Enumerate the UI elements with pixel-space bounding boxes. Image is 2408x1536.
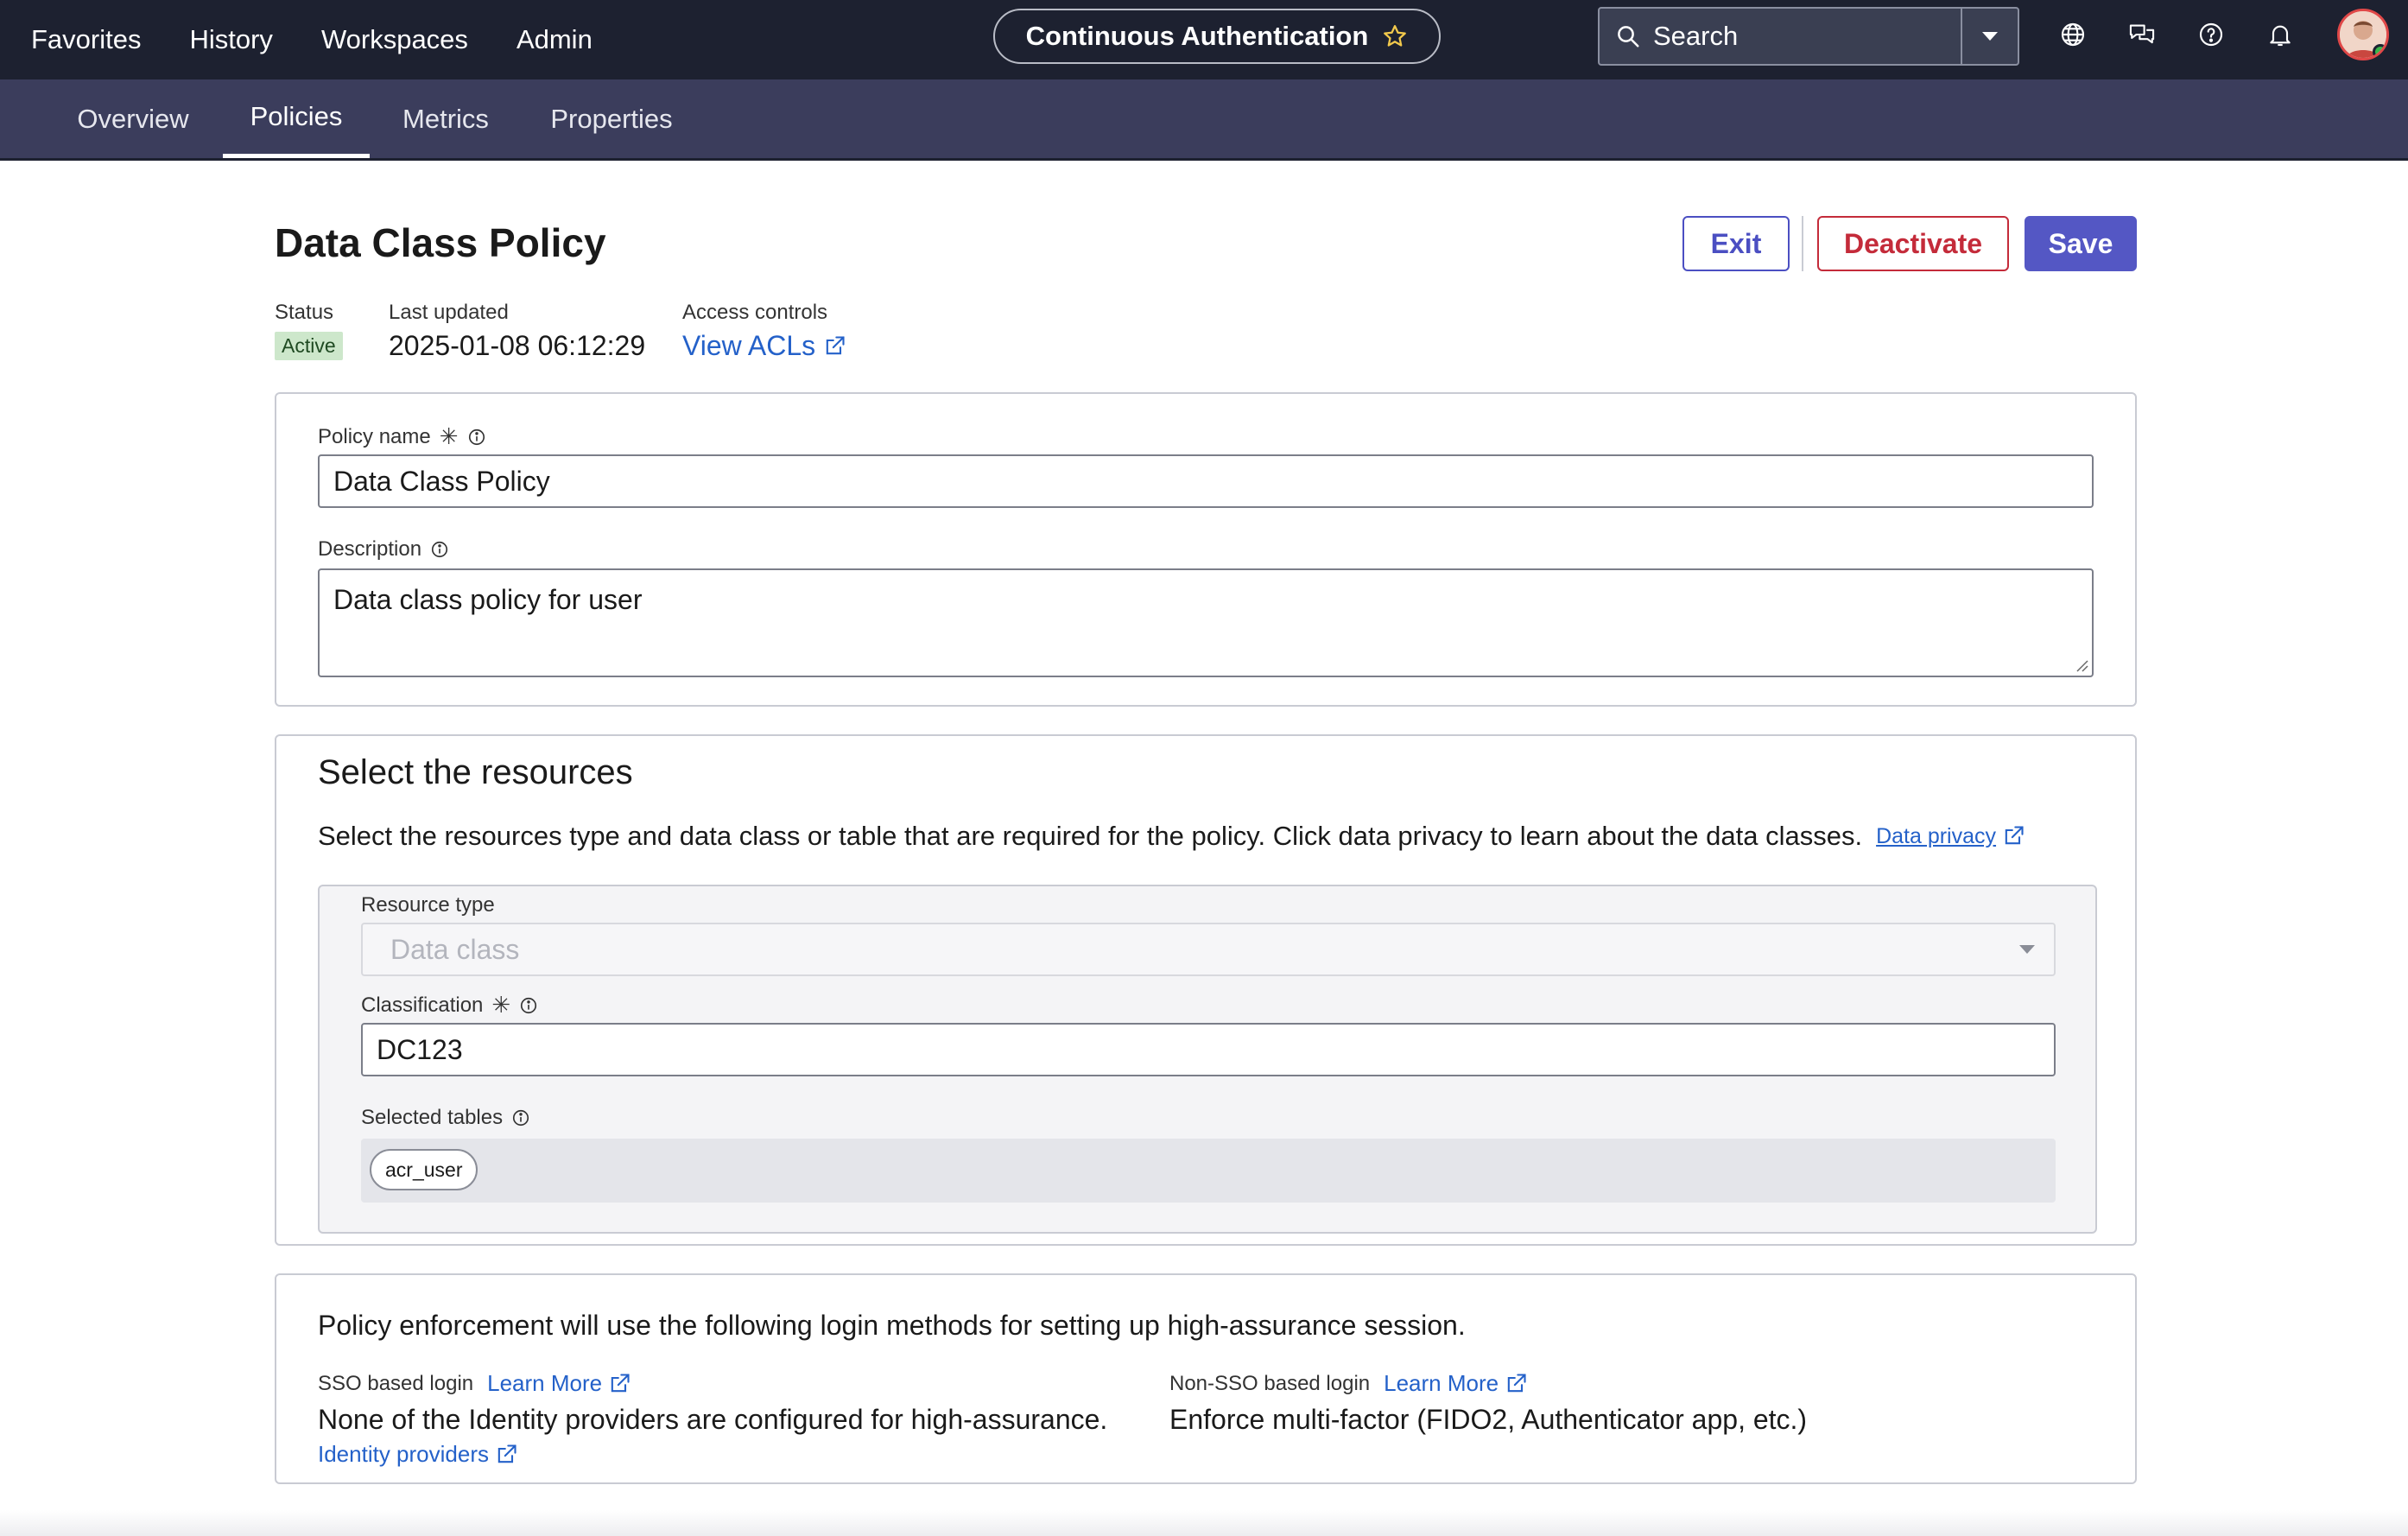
sso-status-text: None of the Identity providers are confi… [318,1404,1108,1435]
nav-admin[interactable]: Admin [516,24,592,55]
info-icon[interactable] [519,996,538,1015]
external-link-icon [494,1443,518,1467]
resources-description: Select the resources type and data class… [318,821,1863,851]
nav-favorites[interactable]: Favorites [31,24,141,55]
tab-overview[interactable]: Overview [59,79,207,158]
policy-name-label: Policy name [318,424,431,448]
external-link-icon [607,1372,631,1396]
policy-name-label-row: Policy name ✳ [318,423,486,450]
info-icon[interactable] [511,1108,530,1127]
user-avatar[interactable] [2337,9,2389,60]
deactivate-button[interactable]: Deactivate [1817,216,2009,271]
classification-input[interactable]: DC123 [361,1023,2056,1076]
globe-icon[interactable] [2054,16,2092,54]
nav-workspaces[interactable]: Workspaces [321,24,468,55]
page-bottom-edge [0,1510,2408,1536]
resources-card: Select the resources Select the resource… [275,734,2137,1246]
view-acls-link[interactable]: View ACLs [682,330,846,362]
secondary-navigation: Overview Policies Metrics Properties [0,79,2408,161]
chevron-down-icon [1982,32,1998,41]
policy-details-card: Policy name ✳ Data Class Policy Descript… [275,392,2137,707]
classification-label-row: Classification ✳ [361,992,538,1019]
selected-tables-label-row: Selected tables [361,1106,530,1130]
bell-icon[interactable] [2261,16,2299,54]
data-privacy-link[interactable]: Data privacy [1876,824,2025,849]
external-link-icon [822,334,846,359]
tab-policies[interactable]: Policies [223,79,370,158]
online-status-icon [2373,44,2386,58]
top-nav-menu: Favorites History Workspaces Admin [31,24,641,55]
external-link-icon [1504,1372,1528,1396]
selected-tables-label: Selected tables [361,1106,504,1129]
data-privacy-label: Data privacy [1876,823,1997,848]
chat-icon[interactable] [2123,16,2161,54]
resources-description-row: Select the resources type and data class… [318,821,2025,852]
search-box[interactable]: Search [1598,7,2019,66]
description-label: Description [318,537,422,561]
top-navigation-bar: Favorites History Workspaces Admin Conti… [0,0,2408,79]
table-chip[interactable]: acr_user [370,1149,478,1190]
nav-history[interactable]: History [189,24,272,55]
button-divider [1802,216,1803,271]
status-label: Status [275,301,334,324]
tab-properties[interactable]: Properties [535,79,688,158]
resize-handle-icon[interactable] [2075,658,2088,672]
exit-button[interactable]: Exit [1682,216,1790,271]
non-sso-learn-more-link[interactable]: Learn More [1384,1370,1528,1397]
non-sso-status-text: Enforce multi-factor (FIDO2, Authenticat… [1169,1404,1808,1435]
info-icon[interactable] [467,428,486,447]
save-button[interactable]: Save [2025,216,2137,271]
search-scope-dropdown[interactable] [1961,9,2018,64]
last-updated-label: Last updated [389,301,509,324]
non-sso-login-label: Non-SSO based login [1169,1371,1371,1395]
non-sso-learn-more-label: Learn More [1384,1370,1499,1396]
identity-providers-link[interactable]: Identity providers [318,1441,1107,1468]
policy-name-input[interactable]: Data Class Policy [318,454,2094,508]
required-icon: ✳ [491,992,511,1018]
star-icon[interactable] [1382,23,1408,49]
top-utility-icons [2054,16,2330,54]
enforcement-title: Policy enforcement will use the followin… [318,1310,1466,1341]
sso-login-label: SSO based login [318,1371,474,1395]
required-icon: ✳ [439,423,459,449]
sso-learn-more-link[interactable]: Learn More [487,1370,631,1397]
search-input[interactable]: Search [1653,21,1961,52]
classification-label: Classification [361,993,484,1017]
help-icon[interactable] [2192,16,2230,54]
resource-type-value: Data class [390,933,520,965]
tab-metrics[interactable]: Metrics [385,79,506,158]
page-title: Data Class Policy [275,220,606,265]
app-title: Continuous Authentication [1025,21,1369,51]
resources-title: Select the resources [318,753,633,791]
resource-type-select: Data class [361,923,2056,976]
description-label-row: Description [318,537,449,562]
access-controls-label: Access controls [682,301,828,324]
selected-tables-area[interactable]: acr_user [361,1139,2056,1203]
last-updated-value: 2025-01-08 06:12:29 [389,330,646,361]
description-value: Data class policy for user [333,584,643,615]
status-badge: Active [275,332,343,360]
chevron-down-icon [2018,943,2037,955]
external-link-icon [2001,824,2025,848]
non-sso-login-section: Non-SSO based login Learn More Enforce m… [1169,1370,1807,1436]
description-textarea[interactable]: Data class policy for user [318,568,2094,677]
resource-type-label: Resource type [361,893,495,917]
resource-selection-box: Resource type Data class Classification … [318,885,2097,1234]
sso-login-section: SSO based login Learn More None of the I… [318,1370,1107,1468]
view-acls-label: View ACLs [682,330,816,361]
sso-learn-more-label: Learn More [487,1370,603,1396]
search-icon [1615,23,1641,49]
identity-providers-label: Identity providers [318,1441,489,1467]
enforcement-card: Policy enforcement will use the followin… [275,1273,2137,1484]
app-title-pill[interactable]: Continuous Authentication [993,9,1441,64]
info-icon[interactable] [430,540,449,559]
